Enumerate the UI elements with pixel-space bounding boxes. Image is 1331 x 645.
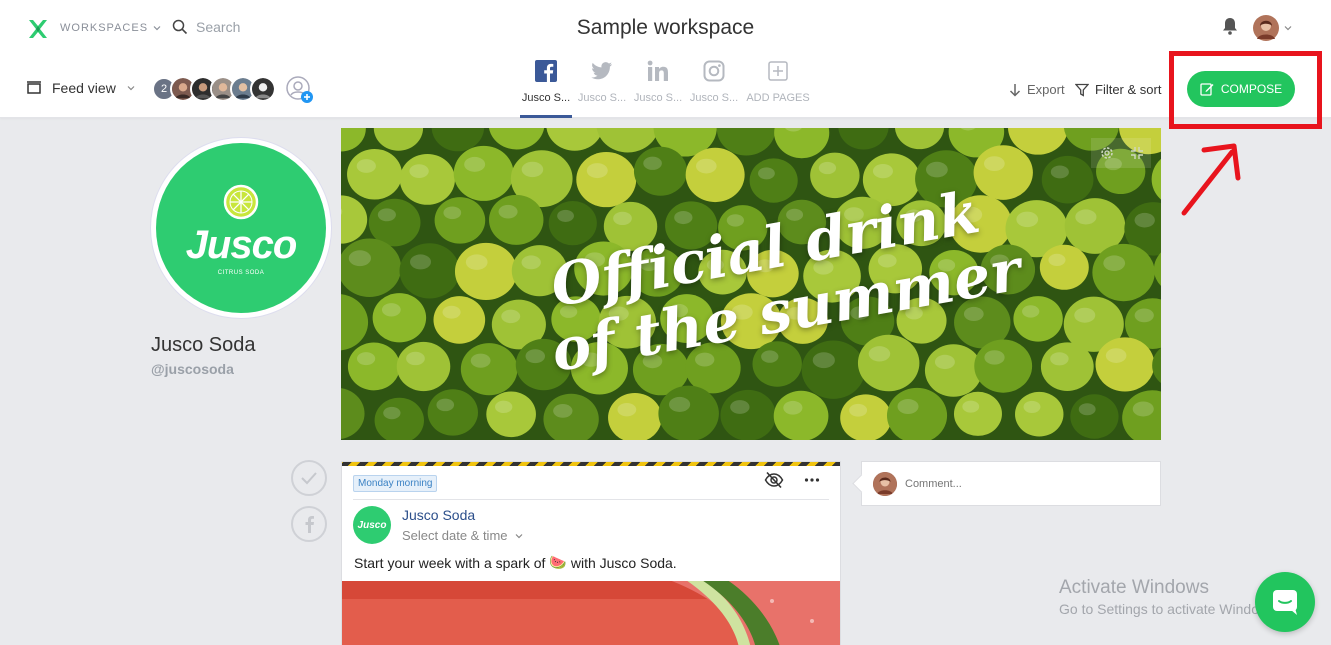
filter-sort-button[interactable]: Filter & sort [1075, 82, 1161, 97]
page-tab-label: Jusco S... [689, 92, 739, 104]
chevron-down-icon [153, 26, 161, 31]
brand-logo: Jusco CITRUS SODA [156, 143, 326, 313]
social-pages-tabs: Jusco S... Jusco S... Jusco S... Jusco S… [518, 58, 810, 118]
search-box[interactable]: Search [172, 19, 240, 35]
post-text-before: Start your week with a spark of [354, 554, 546, 571]
cover-photo: Official drink of the summer [341, 128, 1161, 440]
tab-linkedin-page[interactable]: Jusco S... [630, 58, 686, 118]
linkedin-icon [647, 60, 668, 81]
add-user-icon [286, 76, 313, 103]
post-author-name[interactable]: Jusco Soda [402, 507, 475, 523]
profile-avatar: Jusco CITRUS SODA [151, 138, 331, 318]
date-time-picker[interactable]: Select date & time [402, 528, 524, 543]
add-member-button[interactable] [286, 76, 313, 103]
chevron-down-icon [1284, 26, 1292, 31]
avatar [873, 472, 897, 496]
compose-label: COMPOSE [1220, 82, 1283, 96]
profile-name: Jusco Soda [151, 334, 256, 356]
app-logo-icon[interactable] [26, 17, 50, 41]
post-text-after: with Jusco Soda. [570, 554, 677, 571]
workspaces-label: WORKSPACES [60, 22, 149, 34]
gear-icon[interactable] [1099, 145, 1115, 161]
post-text[interactable]: Start your week with a spark of 🍉 with J… [354, 554, 677, 571]
avatar [1253, 15, 1279, 41]
brand-logo-word: Jusco [185, 223, 298, 267]
divider [353, 499, 829, 500]
chevron-down-icon [515, 533, 522, 538]
workspace-members[interactable]: 2 [152, 76, 313, 103]
user-menu[interactable] [1253, 15, 1293, 41]
tab-facebook-page[interactable]: Jusco S... [518, 58, 574, 118]
search-icon [172, 19, 188, 35]
facebook-icon [305, 516, 314, 533]
compose-icon [1200, 83, 1214, 96]
brand-logo-subtitle: CITRUS SODA [217, 270, 265, 276]
bell-icon[interactable] [1221, 16, 1239, 36]
top-header: WORKSPACES Search Sample workspace Feed … [0, 0, 1331, 118]
facebook-icon [535, 60, 557, 82]
annotation-arrow-icon [1181, 143, 1241, 216]
page-tab-label: Jusco S... [633, 92, 683, 104]
approve-button[interactable] [291, 460, 327, 496]
add-page-icon [768, 61, 788, 81]
more-options-icon[interactable] [804, 469, 820, 489]
add-pages-button[interactable]: ADD PAGES [746, 58, 810, 118]
chat-icon [1273, 590, 1297, 615]
page-title: Sample workspace [576, 16, 755, 39]
date-placeholder: Select date & time [402, 528, 508, 543]
search-placeholder: Search [196, 19, 241, 35]
watermelon-emoji-icon: 🍉 [549, 554, 567, 570]
filter-icon [1075, 83, 1089, 97]
tab-instagram-page[interactable]: Jusco S... [686, 58, 742, 118]
comment-input[interactable] [905, 472, 1150, 496]
feed-view-icon [27, 81, 41, 94]
windows-activation-watermark: Activate Windows Go to Settings to activ… [1059, 577, 1280, 617]
post-author-avatar: Jusco [353, 506, 391, 544]
chat-support-button[interactable] [1255, 572, 1315, 632]
feed-view-label: Feed view [52, 80, 116, 96]
check-icon [301, 472, 317, 485]
export-button[interactable]: Export [1009, 82, 1065, 97]
member-avatar [250, 76, 276, 102]
chevron-down-icon [127, 86, 135, 91]
lime-icon [223, 184, 259, 220]
facebook-network-indicator [291, 506, 327, 542]
watermark-title: Activate Windows [1059, 577, 1209, 598]
post-image[interactable] [342, 581, 840, 645]
draft-stripe [342, 462, 840, 466]
feed-view-dropdown[interactable]: Feed view [26, 80, 136, 96]
page-tab-label: Jusco S... [521, 92, 571, 104]
workspaces-dropdown[interactable]: WORKSPACES [60, 22, 162, 34]
instagram-icon [703, 60, 725, 82]
tab-twitter-page[interactable]: Jusco S... [574, 58, 630, 118]
watermark-subtitle: Go to Settings to activate Windows. [1059, 601, 1280, 617]
cover-tools [1091, 138, 1151, 168]
page-tab-label: Jusco S... [577, 92, 627, 104]
filter-label: Filter & sort [1095, 82, 1162, 97]
eye-off-icon[interactable] [764, 471, 784, 489]
download-icon [1009, 83, 1021, 97]
post-tag[interactable]: Monday morning [353, 475, 438, 492]
post-card: Monday morning Jusco Jusco Soda Select d… [341, 461, 841, 645]
compose-button[interactable]: COMPOSE [1187, 71, 1295, 107]
export-label: Export [1027, 82, 1065, 97]
page-tab-label: ADD PAGES [746, 92, 810, 104]
collapse-icon[interactable] [1130, 146, 1144, 160]
watermelon-image [342, 581, 840, 645]
profile-handle: @juscosoda [151, 361, 234, 377]
comment-box [861, 461, 1161, 506]
twitter-icon [591, 62, 612, 80]
